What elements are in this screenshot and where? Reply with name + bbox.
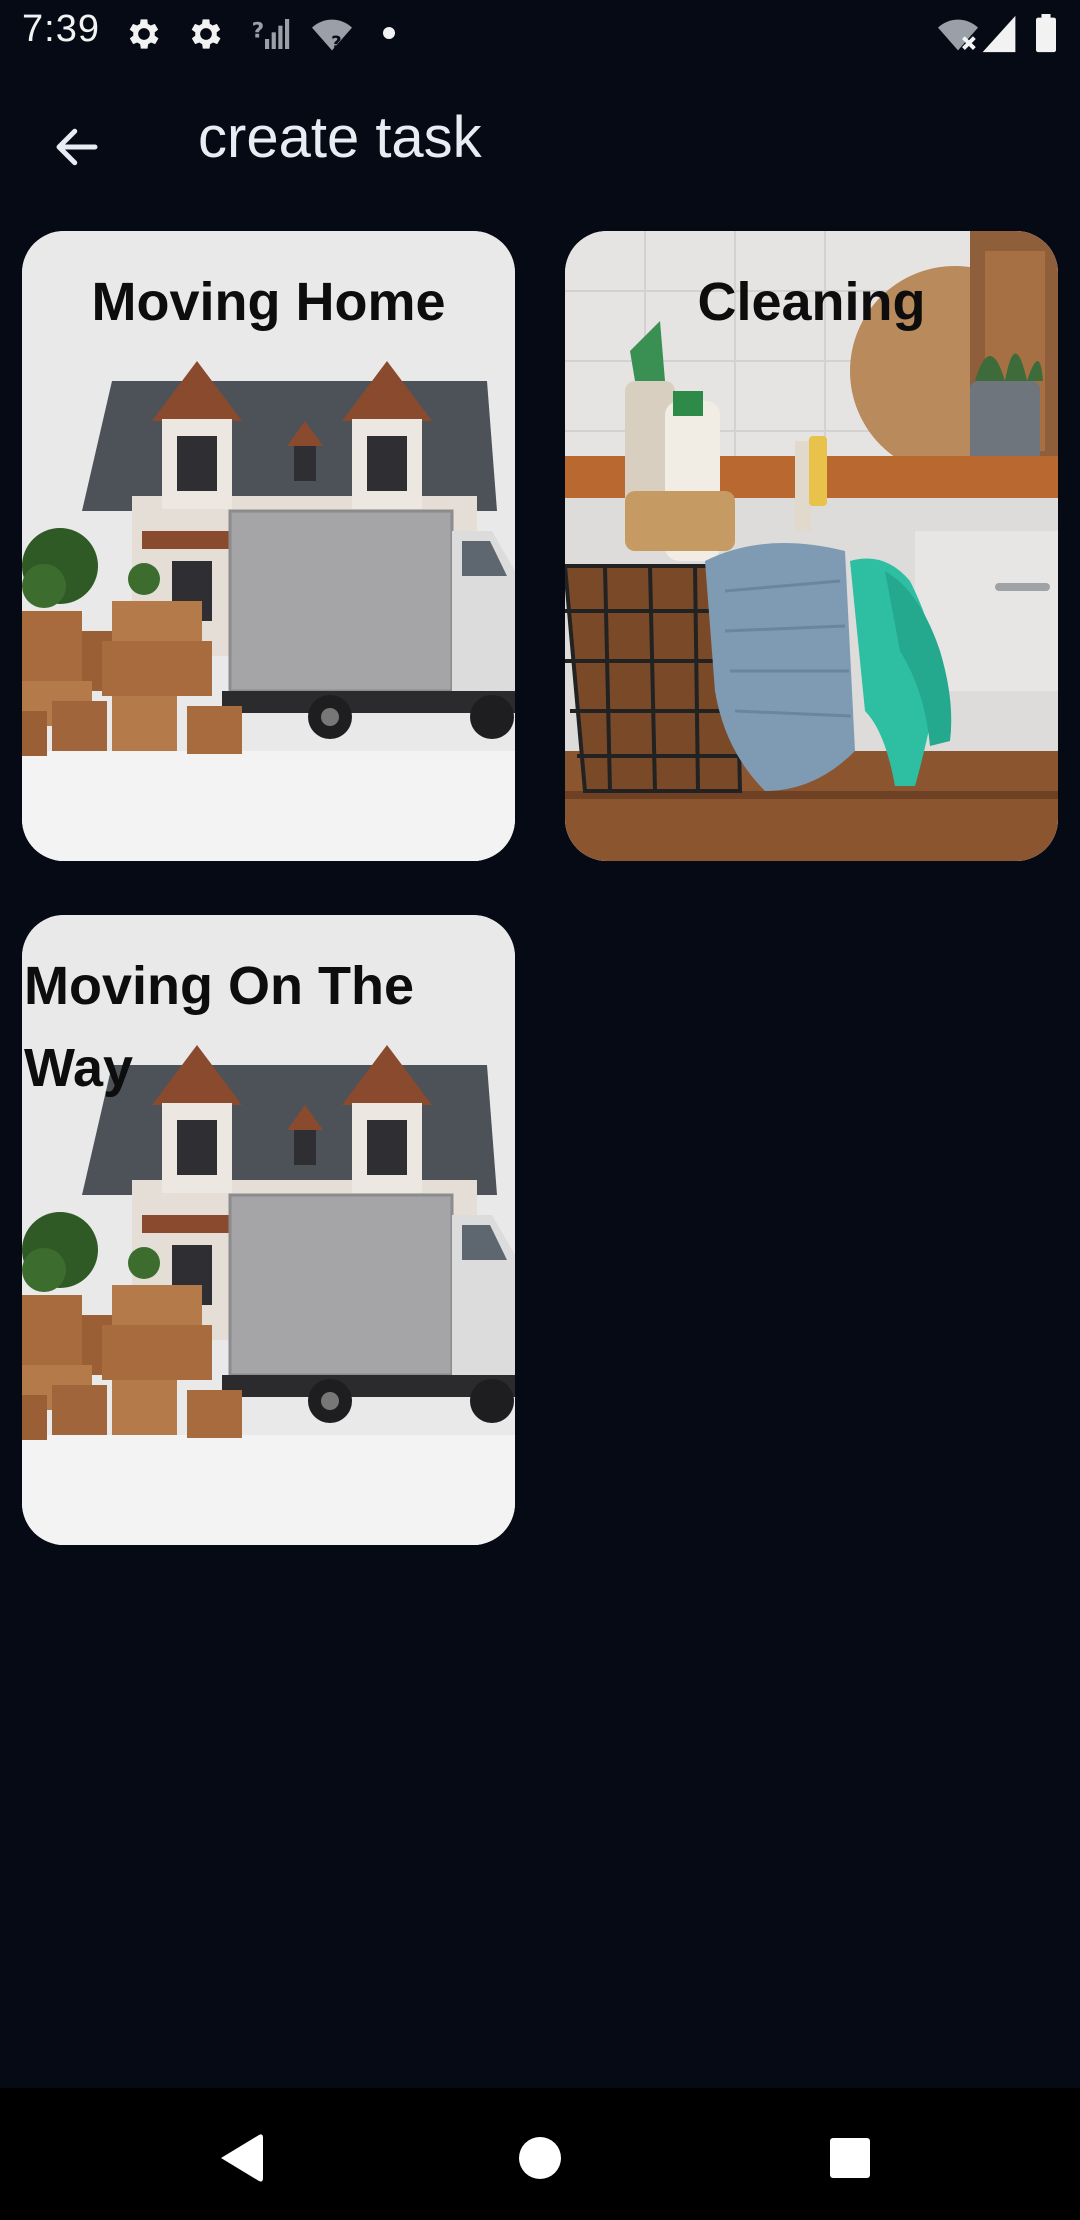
gear-icon <box>191 19 221 49</box>
arrow-left-icon <box>56 128 98 166</box>
nav-back-button[interactable] <box>200 2118 280 2198</box>
nav-home-button[interactable] <box>500 2118 580 2198</box>
task-card-cleaning[interactable]: Cleaning <box>565 231 1058 861</box>
no-signal-icon: ? <box>252 18 290 49</box>
circle-home-icon <box>519 2137 561 2179</box>
back-button[interactable] <box>40 110 114 184</box>
wifi-question-icon: ? <box>312 19 352 54</box>
card-title: Cleaning <box>697 272 926 332</box>
system-nav-bar <box>0 2088 1080 2220</box>
task-card-moving-home[interactable]: Moving Home <box>22 231 515 861</box>
card-title: Moving On The Way <box>24 956 414 1098</box>
gear-icon <box>129 19 159 49</box>
svg-text:?: ? <box>331 33 342 54</box>
battery-icon <box>1036 14 1056 53</box>
card-title: Moving Home <box>91 272 446 332</box>
square-recents-icon <box>830 2138 870 2178</box>
triangle-back-icon <box>221 2134 263 2182</box>
app-bar: create task <box>0 66 1080 216</box>
status-bar: 7:39 ? ? <box>0 0 1080 66</box>
wifi-x-icon <box>938 19 978 51</box>
cell-signal-icon <box>982 15 1016 53</box>
nav-recents-button[interactable] <box>810 2118 890 2198</box>
dot-icon <box>383 27 395 39</box>
task-card-moving-on-the-way[interactable]: Moving On The Way <box>22 915 515 1545</box>
status-time: 7:39 <box>22 8 100 50</box>
svg-text:?: ? <box>252 18 265 43</box>
page-title: create task <box>198 105 482 170</box>
